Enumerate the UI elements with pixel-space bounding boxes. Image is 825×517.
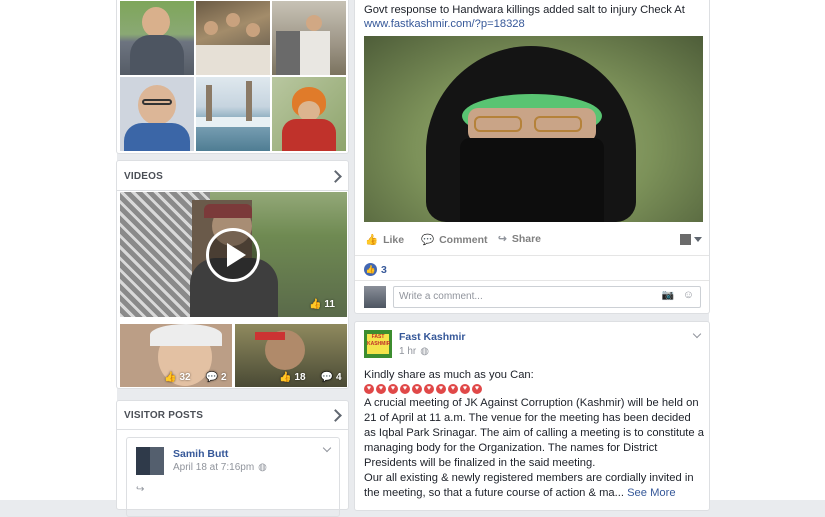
photo-1[interactable] xyxy=(120,1,194,75)
post-2-body: A crucial meeting of JK Against Corrupti… xyxy=(364,397,704,469)
heart-emoji-icon: ♥ xyxy=(424,384,434,394)
audience-selector[interactable] xyxy=(680,234,702,245)
visitor-posts-heading[interactable]: VISITOR POSTS xyxy=(124,410,203,421)
photo-6[interactable] xyxy=(272,77,346,151)
avatar[interactable] xyxy=(364,286,386,308)
heart-emoji-icon: ♥ xyxy=(448,384,458,394)
chevron-right-icon[interactable] xyxy=(329,170,342,183)
comment-input[interactable]: Write a comment... xyxy=(399,291,483,302)
comment-icon: 💬 xyxy=(205,372,219,383)
photo-3[interactable] xyxy=(272,1,346,75)
video-thumb-1[interactable]: 👍 32 💬 2 xyxy=(120,324,232,387)
photos-card xyxy=(116,0,349,154)
post-1-text: Govt response to Handwara killings added… xyxy=(364,4,685,16)
videos-heading[interactable]: VIDEOS xyxy=(124,171,163,182)
photo-4[interactable] xyxy=(120,77,194,151)
page-logo[interactable]: FAST KASHMIR xyxy=(364,330,392,358)
caret-down-icon xyxy=(694,237,702,242)
globe-icon: ◍ xyxy=(420,346,429,357)
heart-emoji-icon: ♥ xyxy=(364,384,374,394)
like-reaction-icon: 👍 xyxy=(364,263,377,276)
like-label: Like xyxy=(383,233,405,246)
heart-emoji-icon: ♥ xyxy=(472,384,482,394)
post-2-intro: Kindly share as much as you Can: xyxy=(364,369,534,381)
left-margin xyxy=(0,0,117,500)
visitor-posts-card: VISITOR POSTS Samih Butt April 18 at 7:1… xyxy=(116,400,349,517)
post-1: Govt response to Handwara killings added… xyxy=(354,0,710,314)
comment-icon: 💬 xyxy=(421,234,435,246)
heart-emoji-row: ♥ ♥ ♥ ♥ ♥ ♥ ♥ ♥ ♥ ♥ xyxy=(364,384,704,394)
photo-2[interactable] xyxy=(196,1,270,75)
comment-input-box[interactable]: Write a comment... 📷 ☺ xyxy=(393,286,701,308)
emoji-icon[interactable]: ☺ xyxy=(683,289,694,301)
avatar[interactable] xyxy=(136,447,164,475)
heart-emoji-icon: ♥ xyxy=(388,384,398,394)
post-1-image[interactable] xyxy=(364,36,703,222)
visitor-post-time[interactable]: April 18 at 7:16pm xyxy=(173,462,254,473)
reaction-count: 3 xyxy=(381,263,387,276)
heart-emoji-icon: ♥ xyxy=(412,384,422,394)
logo-text: FAST KASHMIR xyxy=(367,334,390,354)
avatar xyxy=(680,234,691,245)
heart-emoji-icon: ♥ xyxy=(400,384,410,394)
play-icon[interactable] xyxy=(206,228,260,282)
comment-icon: 💬 xyxy=(320,372,334,383)
camera-icon[interactable]: 📷 xyxy=(662,290,674,301)
video-thumb-2[interactable]: 👍 18 💬 4 xyxy=(235,324,347,387)
thumb1-likes: 32 xyxy=(179,372,191,383)
chevron-down-icon[interactable] xyxy=(322,443,332,453)
like-button[interactable]: 👍 Like xyxy=(365,233,405,247)
post-1-link[interactable]: www.fastkashmir.com/?p=18328 xyxy=(364,17,525,32)
share-icon: ↪ xyxy=(498,233,507,245)
videos-card: VIDEOS 👍 11 👍 32 💬 2 👍 18 💬 4 xyxy=(116,160,349,389)
chevron-down-icon[interactable] xyxy=(692,329,702,339)
thumbs-up-icon: 👍 xyxy=(308,299,322,310)
visitor-post: Samih Butt April 18 at 7:16pm ◍ ↪ xyxy=(126,437,340,517)
heart-emoji-icon: ♥ xyxy=(460,384,470,394)
photo-5[interactable] xyxy=(196,77,270,151)
page-name[interactable]: Fast Kashmir xyxy=(399,331,466,343)
video-main[interactable]: 👍 11 xyxy=(120,192,347,317)
thumb2-comments: 4 xyxy=(336,372,342,383)
post-2-body-2: Our all existing & newly registered memb… xyxy=(364,471,704,501)
chevron-right-icon[interactable] xyxy=(329,409,342,422)
post-2: FAST KASHMIR Fast Kashmir 1 hr ◍ Kindly … xyxy=(354,321,710,511)
visitor-post-author[interactable]: Samih Butt xyxy=(173,448,228,460)
comment-button[interactable]: 💬 Comment xyxy=(421,233,488,247)
heart-emoji-icon: ♥ xyxy=(436,384,446,394)
reactions-summary[interactable]: 👍 3 xyxy=(364,263,387,276)
thumbs-up-icon: 👍 xyxy=(279,372,292,383)
comment-label: Comment xyxy=(439,233,488,246)
video-likes: 11 xyxy=(324,299,335,310)
heart-emoji-icon: ♥ xyxy=(376,384,386,394)
thumb1-comments: 2 xyxy=(221,372,227,383)
thumbs-up-icon: 👍 xyxy=(365,234,379,246)
thumb2-likes: 18 xyxy=(294,372,306,383)
share-button[interactable]: ↪ Share xyxy=(498,233,541,245)
see-more-link[interactable]: See More xyxy=(627,487,676,499)
share-icon[interactable]: ↪ xyxy=(136,484,144,495)
share-label: Share xyxy=(511,233,541,245)
right-margin xyxy=(709,0,825,500)
post-time[interactable]: 1 hr xyxy=(399,346,416,357)
thumbs-up-icon: 👍 xyxy=(164,372,177,383)
globe-icon: ◍ xyxy=(258,462,267,473)
